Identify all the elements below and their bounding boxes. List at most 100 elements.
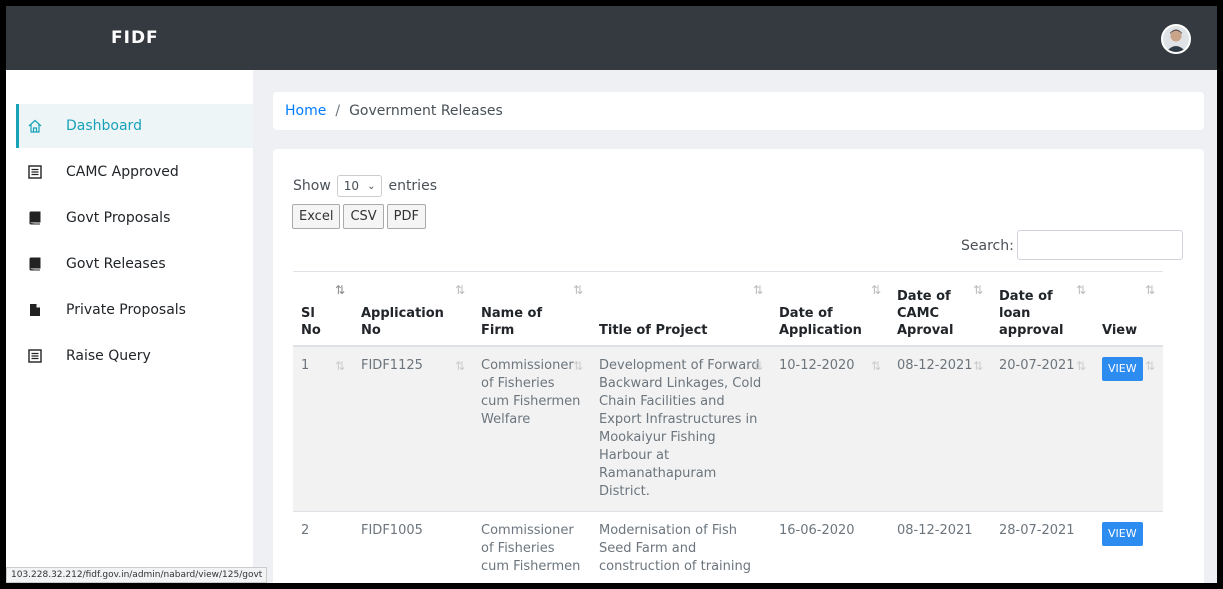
sidebar-item-label: Private Proposals bbox=[66, 302, 186, 318]
entries-label: entries bbox=[388, 178, 437, 194]
header-label: Application No bbox=[361, 305, 444, 338]
column-header-date-of-camc-approval[interactable]: ⇅ Date of CAMC Aproval bbox=[889, 271, 991, 347]
view-button[interactable]: VIEW bbox=[1102, 521, 1143, 546]
cell-date-of-application: 10-12-2020 ⇅ bbox=[771, 345, 889, 511]
sidebar-item-dashboard[interactable]: Dashboard bbox=[16, 104, 253, 148]
home-icon bbox=[28, 119, 42, 133]
cell-text: 28-07-2021 bbox=[999, 522, 1075, 538]
sort-icon: ⇅ bbox=[572, 283, 583, 297]
sort-icon: ⇅ bbox=[972, 358, 983, 373]
sidebar-item-label: Govt Releases bbox=[66, 256, 166, 272]
header-label: Sl No bbox=[301, 305, 321, 338]
sort-icon: ⇅ bbox=[454, 358, 465, 373]
sort-icon: ⇅ bbox=[1144, 358, 1155, 373]
sort-asc-icon: ⇅ bbox=[334, 283, 345, 297]
cell-text: 08-12-2021 bbox=[897, 522, 973, 538]
cell-date-of-application: 16-06-2020 bbox=[771, 510, 889, 583]
header-label: Date of CAMC Aproval bbox=[897, 288, 954, 338]
list-icon bbox=[28, 349, 42, 363]
brand-logo[interactable]: FIDF bbox=[111, 6, 159, 70]
sort-icon: ⇅ bbox=[972, 283, 983, 297]
sidebar: Dashboard CAMC Approved Govt Proposals G… bbox=[6, 70, 253, 583]
cell-date-of-loan-approval: 28-07-2021 bbox=[991, 510, 1094, 583]
cell-view: VIEW ⇅ bbox=[1094, 345, 1163, 511]
releases-card: Show 10 ⌄ entries Excel CSV PDF Search: … bbox=[273, 149, 1204, 583]
sort-icon: ⇅ bbox=[572, 358, 583, 373]
entries-select[interactable]: 10 ⌄ bbox=[336, 175, 383, 197]
cell-text: 2 bbox=[301, 522, 310, 538]
cell-application-no: FIDF1005 bbox=[353, 510, 473, 583]
breadcrumb-separator: / bbox=[335, 103, 341, 119]
sort-icon: ⇅ bbox=[752, 358, 763, 373]
entries-select-value: 10 bbox=[343, 179, 360, 193]
cell-text: FIDF1005 bbox=[361, 522, 423, 538]
sort-icon: ⇅ bbox=[1144, 283, 1155, 297]
breadcrumb-current: Government Releases bbox=[349, 103, 503, 119]
header-label: Name of Firm bbox=[481, 305, 543, 338]
column-header-name-of-firm[interactable]: ⇅ Name of Firm bbox=[473, 271, 591, 347]
sidebar-item-label: CAMC Approved bbox=[66, 164, 179, 180]
export-buttons: Excel CSV PDF bbox=[292, 204, 429, 229]
top-navbar: FIDF bbox=[6, 6, 1217, 70]
column-header-title-of-project[interactable]: ⇅ Title of Project bbox=[591, 271, 771, 347]
search-label: Search: bbox=[961, 238, 1014, 254]
cell-date-of-camc-approval: 08-12-2021 bbox=[889, 510, 991, 583]
column-header-date-of-application[interactable]: ⇅ Date of Application bbox=[771, 271, 889, 347]
sidebar-item-camc-approved[interactable]: CAMC Approved bbox=[16, 150, 253, 194]
cell-text: Commissioner of Fisheries cum Fishermen … bbox=[481, 357, 581, 427]
avatar-icon bbox=[1163, 26, 1189, 52]
browser-status-url: 103.228.32.212/fidf.gov.in/admin/nabard/… bbox=[6, 567, 268, 583]
header-label: View bbox=[1102, 322, 1138, 338]
sort-icon: ⇅ bbox=[334, 358, 345, 373]
excel-button[interactable]: Excel bbox=[292, 204, 341, 229]
file-icon bbox=[30, 304, 40, 316]
cell-text: FIDF1125 bbox=[361, 357, 423, 373]
sidebar-item-label: Raise Query bbox=[66, 348, 151, 364]
cell-text: Development of Forward Backward Linkages… bbox=[599, 357, 762, 499]
cell-text: 10-12-2020 bbox=[779, 357, 855, 373]
cell-view: VIEW bbox=[1094, 510, 1163, 583]
sort-icon: ⇅ bbox=[752, 283, 763, 297]
column-header-date-of-loan-approval[interactable]: ⇅ Date of loan approval bbox=[991, 271, 1094, 347]
show-label: Show bbox=[293, 178, 331, 194]
user-avatar[interactable] bbox=[1161, 24, 1191, 54]
cell-title-of-project: Modernisation of Fish Seed Farm and cons… bbox=[591, 510, 771, 583]
book-icon bbox=[29, 257, 41, 271]
breadcrumb-home-link[interactable]: Home bbox=[285, 103, 326, 119]
sidebar-item-private-proposals[interactable]: Private Proposals bbox=[16, 288, 253, 332]
header-label: Title of Project bbox=[599, 322, 708, 338]
header-label: Date of loan approval bbox=[999, 288, 1064, 338]
cell-name-of-firm: Commissioner of Fisheries cum Fishermen … bbox=[473, 345, 591, 511]
cell-date-of-loan-approval: 20-07-2021 ⇅ bbox=[991, 345, 1094, 511]
column-header-application-no[interactable]: ⇅ Application No bbox=[353, 271, 473, 347]
chevron-down-icon: ⌄ bbox=[367, 180, 376, 192]
column-header-view[interactable]: ⇅ View bbox=[1094, 271, 1163, 347]
sidebar-item-govt-releases[interactable]: Govt Releases bbox=[16, 242, 253, 286]
cell-text: Modernisation of Fish Seed Farm and cons… bbox=[599, 522, 752, 574]
sidebar-item-label: Dashboard bbox=[66, 118, 142, 134]
sidebar-item-label: Govt Proposals bbox=[66, 210, 171, 226]
cell-text: Commissioner of Fisheries cum Fishermen bbox=[481, 522, 581, 574]
cell-sl-no: 2 bbox=[293, 510, 353, 583]
cell-sl-no: 1 ⇅ bbox=[293, 345, 353, 511]
table-row: 2 FIDF1005 Commissioner of Fisheries cum… bbox=[293, 510, 1163, 583]
entries-length-control: Show 10 ⌄ entries bbox=[293, 175, 437, 197]
search-input[interactable] bbox=[1017, 230, 1183, 260]
table-row: 1 ⇅ FIDF1125 ⇅ Commissioner of Fisheries c… bbox=[293, 345, 1163, 511]
sidebar-item-raise-query[interactable]: Raise Query bbox=[16, 334, 253, 378]
header-label: Date of Application bbox=[779, 305, 862, 338]
cell-text: 08-12-2021 bbox=[897, 357, 973, 373]
cell-text: 20-07-2021 bbox=[999, 357, 1075, 373]
cell-date-of-camc-approval: 08-12-2021 ⇅ bbox=[889, 345, 991, 511]
app-window: FIDF Dashboard CAMC Approved Govt Propos… bbox=[6, 6, 1217, 583]
cell-text: 1 bbox=[301, 357, 310, 373]
view-button[interactable]: VIEW bbox=[1102, 356, 1143, 381]
csv-button[interactable]: CSV bbox=[343, 204, 384, 229]
column-header-sl-no[interactable]: ⇅ Sl No bbox=[293, 271, 353, 347]
sort-icon: ⇅ bbox=[1075, 358, 1086, 373]
pdf-button[interactable]: PDF bbox=[386, 204, 426, 229]
sidebar-item-govt-proposals[interactable]: Govt Proposals bbox=[16, 196, 253, 240]
sort-icon: ⇅ bbox=[1075, 283, 1086, 297]
cell-name-of-firm: Commissioner of Fisheries cum Fishermen bbox=[473, 510, 591, 583]
list-icon bbox=[28, 165, 42, 179]
